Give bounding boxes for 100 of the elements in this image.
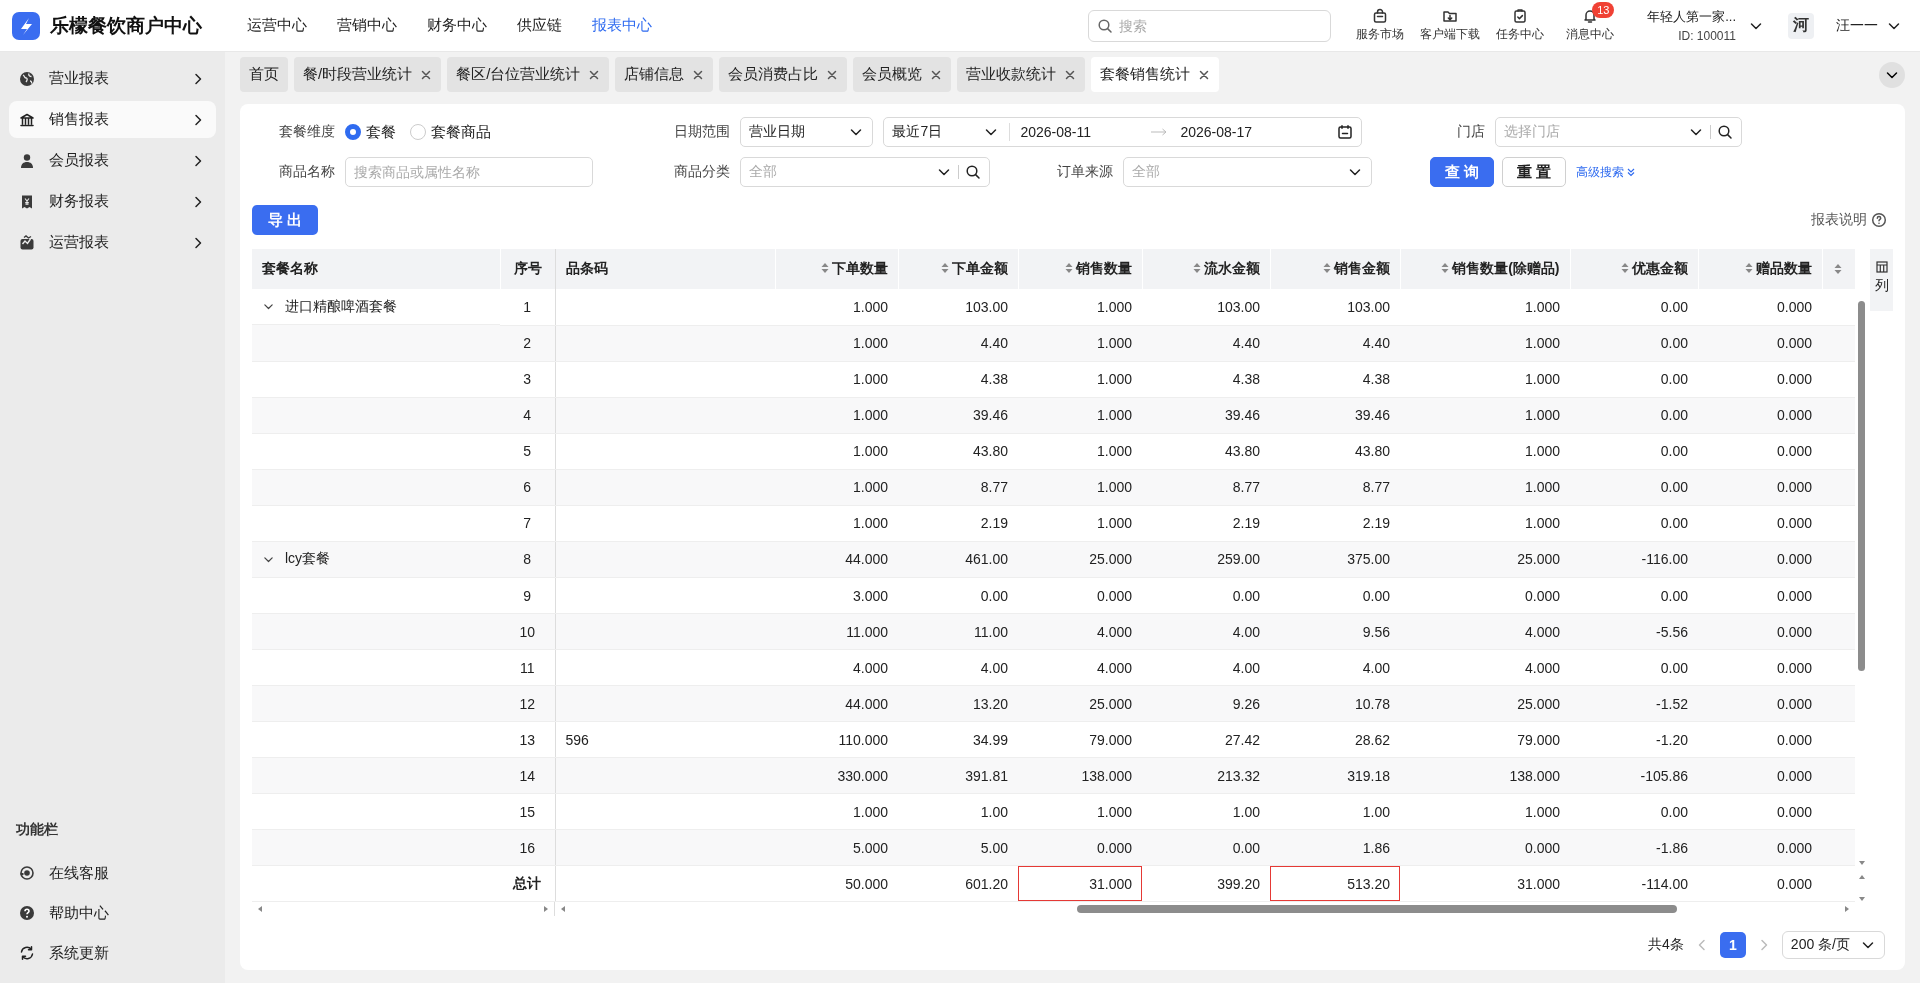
select-field[interactable]: 营业日期 <box>740 117 874 147</box>
folder-download-icon[interactable] <box>1442 8 1459 24</box>
export-button[interactable]: 导 出 <box>252 205 319 235</box>
close-icon[interactable] <box>826 68 839 81</box>
sidebar-link[interactable]: 系统更新 <box>9 933 216 973</box>
sidebar-item[interactable]: 销售报表 <box>9 101 216 138</box>
calendar-icon <box>1337 124 1353 140</box>
page-button[interactable]: 1 <box>1719 932 1746 958</box>
total-cell: 50.000 <box>775 865 898 902</box>
nav-link[interactable]: 报表中心 <box>580 16 670 35</box>
sidebar-item[interactable]: 运营报表 <box>9 224 216 261</box>
table-cell: 0.000 <box>1698 577 1822 614</box>
reset-button[interactable]: 重 置 <box>1502 157 1567 187</box>
scroll-right-arrow-icon <box>542 905 550 913</box>
page-size-select[interactable]: 200 条/页 <box>1781 931 1885 959</box>
nav-link[interactable]: 财务中心 <box>415 16 505 35</box>
scrollbar-thumb[interactable] <box>1858 301 1865 671</box>
report-help-link[interactable]: 报表说明 <box>1811 211 1887 229</box>
nav-link[interactable]: 营销中心 <box>325 16 415 35</box>
table-cell: -105.86 <box>1570 757 1698 794</box>
preset-select[interactable]: 最近7日 <box>892 123 972 141</box>
table-cell: 0.000 <box>1698 649 1822 686</box>
help-icon <box>19 905 35 921</box>
radio-option[interactable]: 套餐 <box>345 122 396 142</box>
search-icon[interactable] <box>1717 124 1733 140</box>
table-cell: 213.32 <box>1142 757 1270 794</box>
end-date[interactable]: 2026-08-17 <box>1180 124 1311 140</box>
close-icon[interactable] <box>930 68 943 81</box>
close-icon[interactable] <box>1064 68 1077 81</box>
toolbar-link[interactable]: 消息中心 <box>1566 26 1615 43</box>
table-cell: 6 <box>500 469 555 505</box>
column-header[interactable]: 序号 <box>500 249 555 289</box>
table-cell: 4.00 <box>1142 649 1270 686</box>
notification-badge: 13 <box>1592 2 1615 18</box>
tab[interactable]: 营业收款统计 <box>957 57 1086 92</box>
table-cell: 0.00 <box>1570 433 1698 469</box>
user-name[interactable]: 汪一一 <box>1836 16 1878 35</box>
nav-link[interactable]: 运营中心 <box>235 16 325 35</box>
toolbar-link[interactable]: 客户端下载 <box>1420 26 1481 43</box>
column-header[interactable]: 流水金额 <box>1142 249 1270 289</box>
tabs-menu-button[interactable] <box>1879 61 1905 88</box>
query-button[interactable]: 查 询 <box>1430 157 1495 187</box>
column-header[interactable]: 套餐名称 <box>252 249 500 289</box>
table-cell: 2.19 <box>898 505 1018 541</box>
column-header[interactable]: 销售金额 <box>1270 249 1400 289</box>
column-header[interactable]: 品条码 <box>555 249 775 289</box>
table-cell: 3 <box>500 361 555 397</box>
toolbar-link[interactable]: 任务中心 <box>1496 26 1545 43</box>
field-label: 套餐维度 <box>278 123 336 141</box>
column-header[interactable]: 销售数量 <box>1018 249 1142 289</box>
search-field[interactable]: 搜索 <box>1088 9 1332 42</box>
radio-option[interactable]: 套餐商品 <box>410 122 491 142</box>
column-header[interactable]: 下单数量 <box>775 249 898 289</box>
column-header[interactable]: 下单金额 <box>898 249 1018 289</box>
tab[interactable]: 套餐销售统计 <box>1091 57 1220 92</box>
table-cell: 0.00 <box>898 577 1018 614</box>
close-icon[interactable] <box>1198 68 1211 81</box>
column-settings-button[interactable]: 列 <box>1870 249 1893 311</box>
table-cell: 16 <box>500 829 555 866</box>
scroll-down-arrow-icon <box>1857 859 1866 867</box>
scrollbar-thumb[interactable] <box>1077 905 1678 913</box>
sidebar-item[interactable]: 会员报表 <box>9 142 216 179</box>
clipboard-icon[interactable] <box>1512 8 1529 24</box>
user-avatar[interactable]: 河 <box>1788 12 1814 39</box>
tab[interactable]: 会员概览 <box>853 57 952 92</box>
close-icon[interactable] <box>420 68 433 81</box>
sidebar-item[interactable]: 财务报表 <box>9 183 216 220</box>
table-cell: 43.80 <box>898 433 1018 469</box>
bell-icon[interactable] <box>1582 8 1599 24</box>
table-cell: 4.38 <box>1270 361 1400 397</box>
sidebar-link[interactable]: 在线客服 <box>9 853 216 893</box>
column-header[interactable]: 赠品数量 <box>1698 249 1822 289</box>
start-date[interactable]: 2026-08-11 <box>1020 124 1151 140</box>
column-header[interactable]: 优惠金额 <box>1570 249 1698 289</box>
advanced-search-link[interactable]: 高级搜索 <box>1576 163 1637 181</box>
table-cell: 0.000 <box>1698 613 1822 650</box>
close-icon[interactable] <box>692 68 705 81</box>
tab[interactable]: 餐/时段营业统计 <box>294 57 442 92</box>
table-cell: 0.000 <box>1698 541 1822 578</box>
tab[interactable]: 餐区/台位营业统计 <box>447 57 610 92</box>
tab[interactable]: 会员消费占比 <box>719 57 848 92</box>
tab[interactable]: 首页 <box>240 57 288 92</box>
search-icon[interactable] <box>965 164 981 180</box>
sidebar-item[interactable]: 营业报表 <box>9 60 216 97</box>
column-header[interactable]: 销售数量(除赠品) <box>1400 249 1570 289</box>
table-cell: 1.000 <box>775 433 898 469</box>
bag-icon[interactable] <box>1372 8 1389 24</box>
nav-link[interactable]: 供应链 <box>505 16 580 35</box>
date-range-field[interactable]: 最近7日 2026-08-11 2026-08-17 <box>883 117 1362 147</box>
toolbar-link[interactable]: 服务市场 <box>1356 26 1405 43</box>
tab[interactable]: 店铺信息 <box>615 57 714 92</box>
table-cell: 8.77 <box>1142 469 1270 505</box>
account-name[interactable]: 年轻人第一家... <box>1647 8 1736 26</box>
arrow-right-icon <box>1150 127 1169 137</box>
total-cell: 399.20 <box>1142 865 1270 902</box>
close-icon[interactable] <box>588 68 601 81</box>
table-cell: -116.00 <box>1570 541 1698 578</box>
sidebar-link[interactable]: 帮助中心 <box>9 893 216 933</box>
scroll-up-arrow-icon <box>1857 873 1866 881</box>
text-input[interactable]: 搜索商品或属性名称 <box>345 157 593 187</box>
